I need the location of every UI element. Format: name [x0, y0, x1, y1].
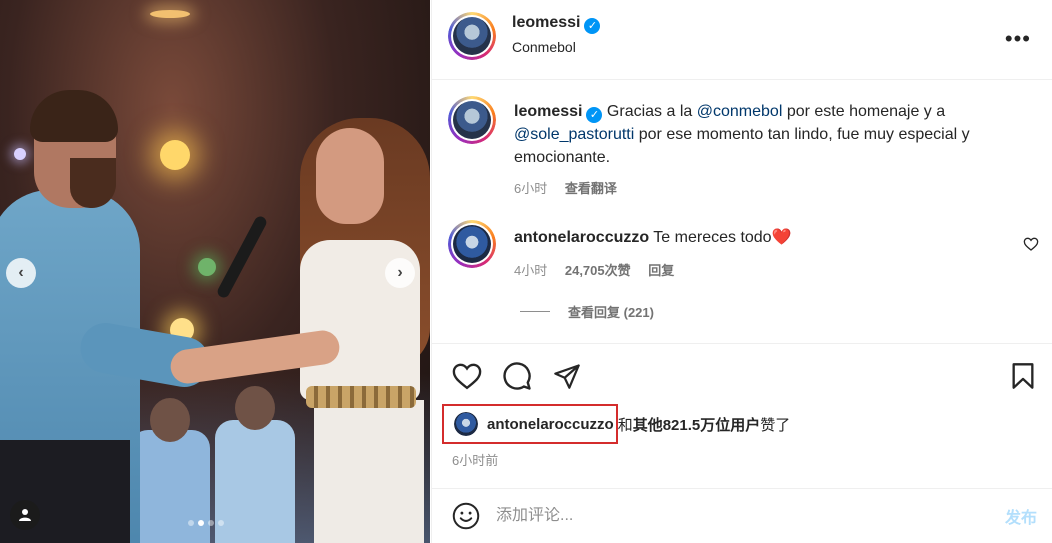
- add-comment-bar: 发布: [432, 488, 1052, 543]
- carousel-next-button[interactable]: ›: [385, 258, 415, 288]
- caption-meta: 6小时 查看翻译: [514, 178, 617, 197]
- bookmark-icon[interactable]: [1011, 362, 1035, 390]
- post-photo[interactable]: ‹ ›: [0, 0, 430, 543]
- caption-text: Gracias a la: [602, 103, 697, 120]
- stage-light: [14, 148, 26, 160]
- caption-avatar[interactable]: [448, 96, 496, 144]
- post-caption: leomessi ✓ Gracias a la @conmebol por est…: [514, 100, 1034, 169]
- crowd-member: [130, 430, 210, 543]
- more-options-button[interactable]: •••: [1005, 26, 1031, 52]
- crowd-member: [150, 398, 190, 442]
- tagged-users-button[interactable]: [10, 500, 40, 530]
- liker-username[interactable]: antonelaroccuzzo: [487, 416, 614, 433]
- mention-link[interactable]: @conmebol: [697, 103, 783, 120]
- singer-face: [316, 128, 384, 224]
- person-icon: [19, 509, 31, 521]
- comment-time[interactable]: 4小时: [514, 263, 547, 278]
- comment-avatar[interactable]: [448, 220, 496, 268]
- comment-like-heart-icon[interactable]: [1023, 236, 1039, 252]
- view-replies-label: 查看回复 (221): [568, 305, 654, 320]
- post-comment-button[interactable]: 发布: [1005, 504, 1037, 528]
- likes-joiner: 和: [617, 416, 633, 434]
- avatar[interactable]: [448, 12, 496, 60]
- chevron-left-icon: ‹: [18, 264, 24, 281]
- liker-avatar[interactable]: [454, 412, 478, 436]
- chevron-right-icon: ›: [397, 264, 403, 281]
- likes-suffix: 赞了: [760, 416, 791, 434]
- carousel-indicator: [188, 520, 224, 526]
- header-username[interactable]: leomessi: [512, 14, 580, 31]
- comment-input[interactable]: [480, 507, 1005, 525]
- post-header: leomessi ✓ Conmebol •••: [432, 0, 1052, 80]
- player-beard: [70, 158, 116, 208]
- caption-time[interactable]: 6小时: [514, 181, 547, 196]
- heart-emoji-icon: ❤️: [771, 229, 792, 246]
- stage-light: [198, 258, 216, 276]
- heart-outline-icon[interactable]: [452, 362, 482, 390]
- liked-by-highlight: antonelaroccuzzo: [442, 404, 618, 444]
- post-timestamp[interactable]: 6小时前: [452, 450, 498, 469]
- crowd-member: [235, 386, 275, 430]
- caption-text: por este homenaje y a: [782, 103, 946, 120]
- carousel-dot-active: [198, 520, 204, 526]
- singer-belt: [306, 386, 416, 408]
- crowd-member: [215, 420, 295, 543]
- speech-bubble-icon[interactable]: [502, 361, 532, 391]
- view-replies-button[interactable]: 查看回复 (221): [520, 302, 654, 321]
- mention-link[interactable]: @sole_pastorutti: [514, 126, 634, 143]
- comment-meta: 4小时 24,705次赞 回复: [514, 260, 674, 279]
- comment-likes-count[interactable]: 24,705次赞: [565, 263, 631, 278]
- carousel-dot: [208, 520, 214, 526]
- location-link[interactable]: Conmebol: [512, 39, 576, 55]
- microphone: [215, 214, 269, 300]
- carousel-prev-button[interactable]: ‹: [6, 258, 36, 288]
- reply-button[interactable]: 回复: [648, 263, 674, 278]
- stage-light: [160, 140, 190, 170]
- singer-pants: [314, 400, 424, 543]
- replies-divider: [520, 311, 550, 312]
- player-hair: [30, 90, 118, 142]
- comment: antonelaroccuzzo Te mereces todo❤️: [514, 226, 792, 249]
- paper-plane-icon[interactable]: [552, 362, 582, 390]
- carousel-dot: [218, 520, 224, 526]
- verified-badge-icon: ✓: [584, 18, 601, 34]
- stage-light: [150, 10, 190, 18]
- carousel-dot: [188, 520, 194, 526]
- action-bar: [432, 343, 1052, 344]
- caption-username[interactable]: leomessi: [514, 103, 582, 120]
- translate-link[interactable]: 查看翻译: [565, 181, 617, 196]
- post-details-panel: leomessi ✓ Conmebol ••• leomessi ✓ Gracias…: [431, 0, 1052, 543]
- likes-count[interactable]: 其他821.5万位用户: [633, 414, 761, 435]
- smiley-icon[interactable]: [452, 502, 480, 530]
- comment-username[interactable]: antonelaroccuzzo: [514, 229, 649, 246]
- comment-text: Te mereces todo: [649, 229, 772, 246]
- verified-badge-icon: ✓: [586, 107, 603, 123]
- liked-by-line: antonelaroccuzzo 和 其他821.5万位用户 赞了: [442, 404, 790, 444]
